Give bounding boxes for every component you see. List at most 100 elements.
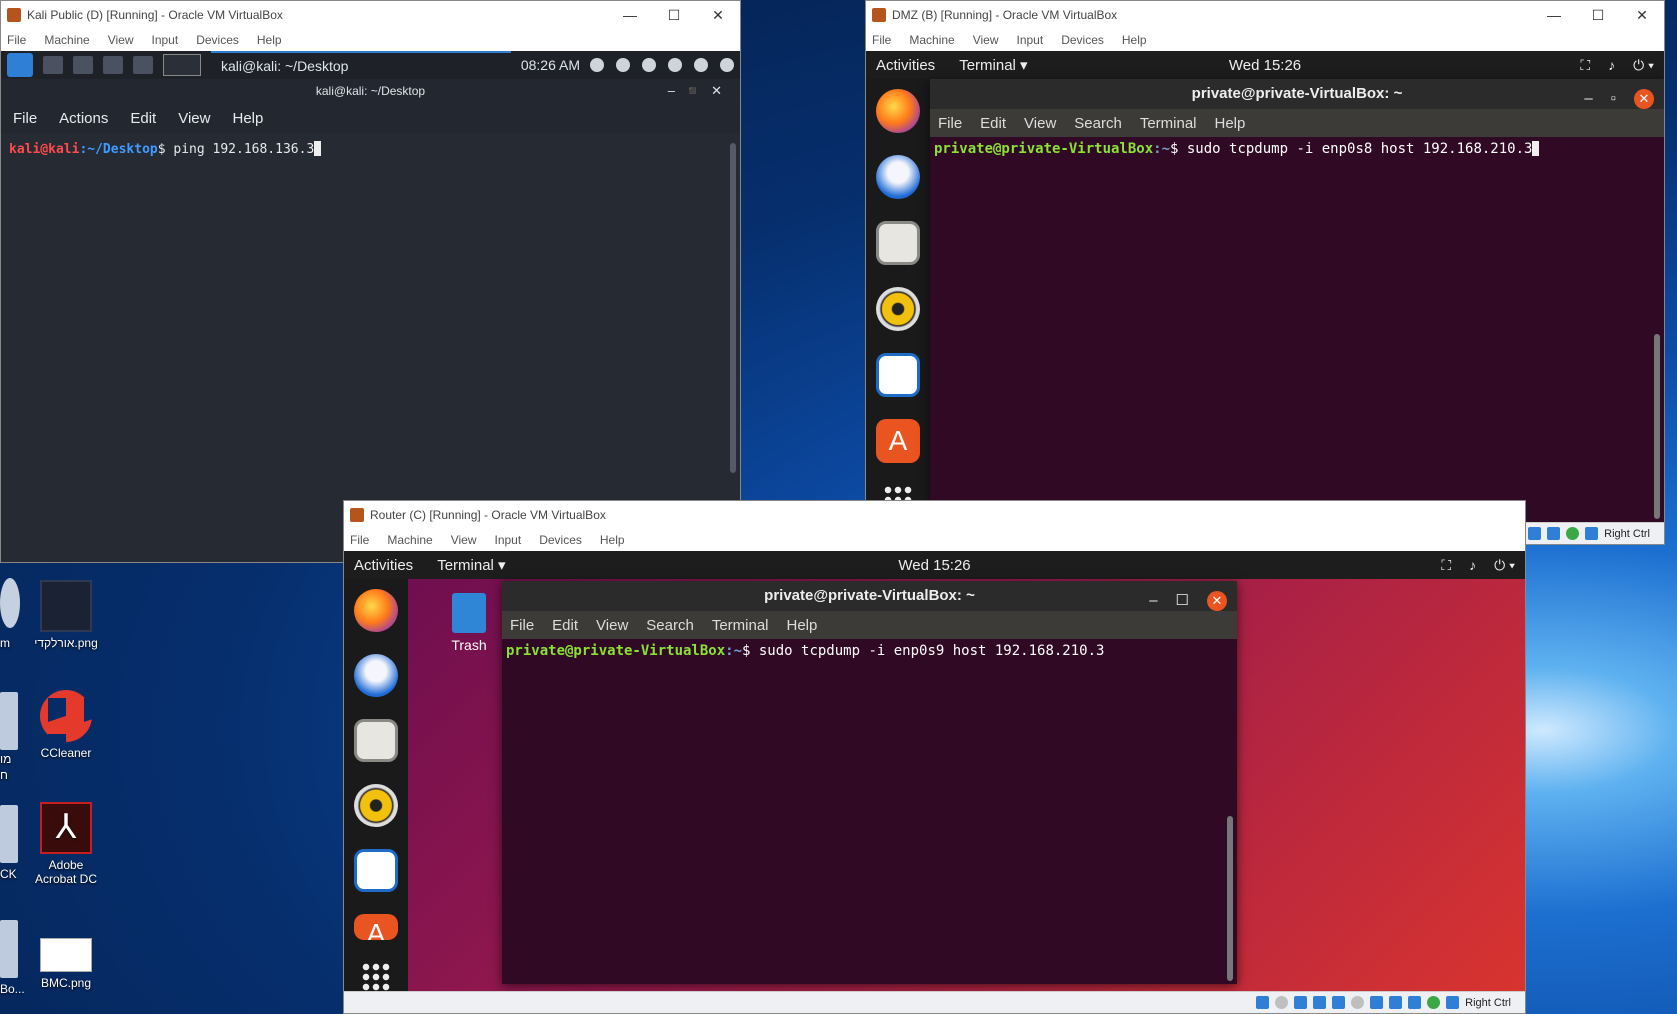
- menu-terminal[interactable]: Terminal: [1140, 115, 1197, 132]
- menu-file[interactable]: File: [13, 110, 37, 127]
- shared-folders-icon[interactable]: [1351, 996, 1365, 1009]
- ubuntu-terminal-window[interactable]: private@private-VirtualBox: ~ – ☐ ✕ File…: [502, 581, 1237, 984]
- menu-devices[interactable]: Devices: [196, 33, 239, 47]
- minimize-button[interactable]: —: [1532, 7, 1576, 23]
- firefox-icon[interactable]: [876, 89, 920, 133]
- files-icon[interactable]: [876, 221, 920, 265]
- network-icon[interactable]: [1313, 996, 1327, 1009]
- power-icon[interactable]: ⏻ ▾: [1494, 557, 1515, 574]
- recording-icon[interactable]: [1528, 527, 1542, 540]
- menu-edit[interactable]: Edit: [980, 115, 1006, 132]
- menu-view[interactable]: View: [596, 617, 628, 634]
- power-icon[interactable]: [668, 58, 682, 72]
- menu-help[interactable]: Help: [600, 533, 625, 547]
- close-button[interactable]: ✕: [1620, 7, 1664, 24]
- clock[interactable]: Wed 15:26: [1229, 57, 1301, 74]
- libreoffice-writer-icon[interactable]: [354, 849, 398, 893]
- desktop-icon-image[interactable]: אורלקדי.png: [30, 580, 102, 650]
- menu-help[interactable]: Help: [257, 33, 282, 47]
- audio-icon[interactable]: [1294, 996, 1308, 1009]
- keyboard-icon[interactable]: [1446, 996, 1460, 1009]
- menu-machine[interactable]: Machine: [44, 33, 89, 47]
- menu-help[interactable]: Help: [1122, 33, 1147, 47]
- refresh-icon[interactable]: [720, 58, 734, 72]
- desktop-icon-bmc[interactable]: BMC.png: [30, 938, 102, 990]
- scrollbar[interactable]: [1227, 816, 1233, 981]
- minimize-button[interactable]: –: [1149, 586, 1157, 616]
- terminal-window-controls[interactable]: –◾✕: [668, 79, 732, 103]
- maximize-button[interactable]: ☐: [1176, 586, 1189, 616]
- partial-desktop-icon[interactable]: [0, 805, 18, 863]
- window-titlebar[interactable]: Router (C) [Running] - Oracle VM Virtual…: [344, 501, 1525, 529]
- terminal-icon[interactable]: [103, 56, 123, 74]
- files-icon[interactable]: [354, 719, 398, 763]
- partial-desktop-icon[interactable]: [0, 578, 20, 628]
- trash-desktop-icon[interactable]: Trash: [444, 593, 494, 653]
- lock-icon[interactable]: [694, 58, 708, 72]
- partial-desktop-icon[interactable]: [0, 692, 18, 750]
- display-icon[interactable]: [590, 58, 604, 72]
- usb-icon[interactable]: [1332, 996, 1346, 1009]
- menu-view[interactable]: View: [1024, 115, 1056, 132]
- menu-machine[interactable]: Machine: [387, 533, 432, 547]
- volume-icon[interactable]: ♪: [1608, 57, 1615, 74]
- display-icon[interactable]: [1370, 996, 1384, 1009]
- menu-search[interactable]: Search: [1074, 115, 1122, 132]
- menu-devices[interactable]: Devices: [1061, 33, 1104, 47]
- app-menu[interactable]: Terminal ▾: [437, 556, 505, 574]
- optical-drive-icon[interactable]: [1275, 996, 1289, 1009]
- close-button[interactable]: ✕: [1207, 591, 1227, 611]
- mouse-integration-icon[interactable]: [1566, 527, 1580, 540]
- close-button[interactable]: ✕: [696, 7, 740, 24]
- kali-menu-icon[interactable]: [7, 53, 33, 77]
- menu-devices[interactable]: Devices: [539, 533, 582, 547]
- menu-file[interactable]: File: [938, 115, 962, 132]
- menu-help[interactable]: Help: [232, 110, 263, 127]
- hard-disk-icon[interactable]: [1256, 996, 1270, 1009]
- kali-vm-window[interactable]: Kali Public (D) [Running] - Oracle VM Vi…: [0, 0, 741, 563]
- files-icon[interactable]: [73, 56, 93, 74]
- menu-machine[interactable]: Machine: [909, 33, 954, 47]
- activities-button[interactable]: Activities: [876, 57, 935, 74]
- menu-edit[interactable]: Edit: [130, 110, 156, 127]
- software-center-icon[interactable]: A: [876, 419, 920, 463]
- terminal-output[interactable]: kali@kali:~/Desktop$ ping 192.168.136.3: [1, 133, 740, 562]
- menu-actions[interactable]: Actions: [59, 110, 108, 127]
- cpu-icon[interactable]: [1408, 996, 1422, 1009]
- menu-input[interactable]: Input: [495, 533, 522, 547]
- menu-edit[interactable]: Edit: [552, 617, 578, 634]
- menu-help[interactable]: Help: [787, 617, 818, 634]
- activities-button[interactable]: Activities: [354, 557, 413, 574]
- terminal-titlebar[interactable]: kali@kali: ~/Desktop –◾✕: [1, 79, 740, 103]
- network-icon[interactable]: ⛶: [1441, 557, 1451, 574]
- mouse-integration-icon[interactable]: [1427, 996, 1441, 1009]
- bell-icon[interactable]: [642, 58, 656, 72]
- terminal-output[interactable]: private@private-VirtualBox:~$ sudo tcpdu…: [930, 137, 1664, 161]
- recording-icon[interactable]: [1389, 996, 1403, 1009]
- dmz-vm-window[interactable]: DMZ (B) [Running] - Oracle VM VirtualBox…: [865, 0, 1665, 545]
- scrollbar[interactable]: [1654, 334, 1660, 519]
- thunderbird-icon[interactable]: [876, 155, 920, 199]
- volume-icon[interactable]: ♪: [1469, 557, 1476, 574]
- menu-view[interactable]: View: [451, 533, 477, 547]
- taskbar-item-terminal[interactable]: kali@kali: ~/Desktop: [211, 51, 511, 79]
- menu-input[interactable]: Input: [1017, 33, 1044, 47]
- libreoffice-writer-icon[interactable]: [876, 353, 920, 397]
- keyboard-icon[interactable]: [1585, 527, 1599, 540]
- firefox-icon[interactable]: [354, 589, 398, 632]
- menu-file[interactable]: File: [872, 33, 891, 47]
- scrollbar[interactable]: [730, 143, 736, 473]
- terminal-titlebar[interactable]: private@private-VirtualBox: ~ – ☐ ✕: [502, 581, 1237, 611]
- menu-file[interactable]: File: [7, 33, 26, 47]
- minimize-button[interactable]: –: [1584, 84, 1592, 114]
- workspace-icon[interactable]: [43, 56, 63, 74]
- ubuntu-terminal-window[interactable]: private@private-VirtualBox: ~ – ▫ ✕ File…: [930, 79, 1664, 524]
- menu-help[interactable]: Help: [1215, 115, 1246, 132]
- active-app-icon[interactable]: [163, 54, 201, 76]
- power-icon[interactable]: ⏻ ▾: [1633, 57, 1654, 74]
- menu-terminal[interactable]: Terminal: [712, 617, 769, 634]
- menu-view[interactable]: View: [108, 33, 134, 47]
- router-vm-window[interactable]: Router (C) [Running] - Oracle VM Virtual…: [343, 500, 1526, 1014]
- partial-desktop-icon[interactable]: [0, 920, 18, 978]
- menu-file[interactable]: File: [510, 617, 534, 634]
